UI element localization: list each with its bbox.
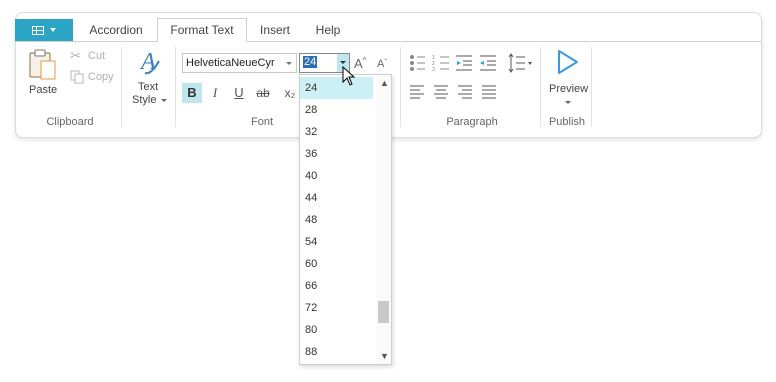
group-font-label: Font (250, 116, 273, 128)
svg-text:A: A (139, 49, 156, 75)
tab-format-text[interactable]: Format Text (157, 18, 247, 42)
size-option[interactable]: 44 (300, 187, 373, 209)
group-separator (540, 47, 541, 127)
underline-button[interactable]: U (229, 83, 249, 103)
preview-button[interactable]: Preview (546, 49, 590, 107)
align-center-button[interactable] (432, 83, 452, 103)
increase-indent-button[interactable] (478, 51, 500, 75)
size-option[interactable]: 40 (300, 165, 373, 187)
font-family-select[interactable]: HelveticaNeueCyr (182, 53, 297, 73)
size-option[interactable]: 80 (300, 319, 373, 341)
cut-button[interactable]: ✂ Cut (70, 48, 110, 65)
cut-label: Cut (88, 50, 106, 62)
tab-help[interactable]: Help (305, 19, 351, 42)
size-option[interactable]: 72 (300, 297, 373, 319)
group-separator (400, 47, 401, 127)
caret-up-icon: ^ (362, 56, 367, 65)
grow-font-button[interactable]: A^ (354, 56, 370, 72)
tab-insert[interactable]: Insert (250, 19, 300, 42)
group-paragraph-label: Paragraph (446, 116, 498, 128)
group-separator (591, 47, 592, 127)
bold-button[interactable]: B (182, 83, 202, 103)
scrollbar-thumb[interactable] (378, 301, 389, 323)
shrink-font-button[interactable]: Aˇ (377, 58, 393, 74)
size-option[interactable]: 24 (300, 77, 373, 99)
decrease-indent-button[interactable] (454, 51, 476, 75)
scissors-icon: ✂ (70, 48, 81, 63)
paste-button[interactable]: Paste (27, 47, 61, 99)
scroll-up-icon[interactable]: ▲ (380, 78, 389, 88)
group-clipboard-label: Clipboard (46, 116, 94, 128)
text-style-label-line2: Style (132, 94, 157, 106)
chevron-down-icon (50, 28, 56, 32)
size-option[interactable]: 28 (300, 99, 373, 121)
subscript-button[interactable]: x₂ (282, 83, 298, 103)
line-spacing-button[interactable] (506, 51, 536, 75)
clipboard-icon (29, 49, 56, 80)
tab-accordion[interactable]: Accordion (80, 19, 152, 42)
group-separator (121, 47, 122, 127)
copy-label: Copy (88, 71, 114, 83)
copy-icon (70, 70, 84, 84)
mouse-cursor-icon (342, 66, 356, 86)
app-menu-button[interactable] (15, 19, 73, 41)
chevron-down-icon (161, 99, 167, 102)
font-size-value: 24 (303, 56, 318, 68)
bullet-list-button[interactable] (406, 51, 428, 75)
font-family-value: HelveticaNeueCyr (186, 57, 275, 69)
chevron-down-icon (286, 62, 292, 65)
size-option[interactable]: 60 (300, 253, 373, 275)
font-size-dropdown: 24 28 32 36 40 44 48 54 60 66 72 80 88 ▲… (299, 74, 392, 365)
size-option[interactable]: 54 (300, 231, 373, 253)
group-publish-label: Publish (548, 116, 586, 128)
size-option[interactable]: 66 (300, 275, 373, 297)
chevron-down-icon (340, 61, 346, 64)
menu-icon (32, 25, 44, 35)
align-right-button[interactable] (456, 83, 476, 103)
play-icon (558, 50, 578, 74)
text-style-icon: A (139, 49, 160, 75)
text-style-button[interactable]: A Text Style (130, 47, 168, 107)
align-left-button[interactable] (408, 83, 428, 103)
text-style-label-line1: Text (138, 81, 159, 93)
strikethrough-button[interactable]: ab (253, 83, 273, 103)
preview-label: Preview (549, 83, 589, 95)
italic-button[interactable]: I (205, 83, 225, 103)
numbered-list-button[interactable] (430, 51, 452, 75)
size-option[interactable]: 36 (300, 143, 373, 165)
group-separator (175, 47, 176, 127)
size-option[interactable]: 48 (300, 209, 373, 231)
dropdown-scrollbar[interactable]: ▲ ▼ (376, 75, 391, 364)
paste-label: Paste (29, 84, 58, 96)
copy-button[interactable]: Copy (70, 70, 118, 86)
chevron-down-icon (565, 101, 571, 104)
size-option[interactable]: 32 (300, 121, 373, 143)
scroll-down-icon[interactable]: ▼ (380, 351, 389, 361)
size-option[interactable]: 88 (300, 341, 373, 363)
justify-button[interactable] (480, 83, 500, 103)
caret-down-icon: ˇ (384, 58, 388, 67)
